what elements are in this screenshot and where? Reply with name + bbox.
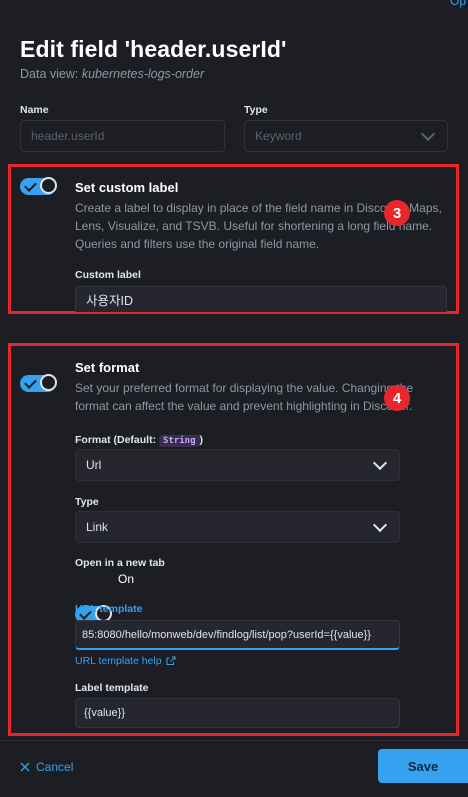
- name-label: Name: [20, 104, 49, 116]
- url-type-select-value: Link: [86, 520, 109, 534]
- url-template-label: URL template: [75, 603, 143, 615]
- chevron-down-icon: [372, 517, 388, 532]
- format-select-value: Url: [86, 458, 102, 472]
- page-subtitle: Data view: kubernetes-logs-order: [20, 67, 205, 81]
- format-select-label: Format (Default: String): [75, 434, 204, 447]
- format-title: Set format: [75, 360, 140, 375]
- url-template-help-link[interactable]: URL template help: [75, 655, 176, 667]
- close-icon: [20, 762, 30, 772]
- default-format-code: String: [159, 435, 200, 447]
- cancel-button[interactable]: Cancel: [20, 760, 73, 774]
- label-template-label: Label template: [75, 682, 149, 694]
- flyout-footer: Cancel Save: [0, 740, 468, 797]
- new-tab-state: On: [118, 572, 135, 586]
- external-link-icon: [166, 656, 176, 665]
- url-type-select[interactable]: Link: [75, 511, 400, 543]
- label-template-input[interactable]: {{value}}: [75, 698, 400, 728]
- custom-label-input[interactable]: 사용자ID: [75, 286, 447, 312]
- format-description: Set your preferred format for displaying…: [75, 381, 414, 413]
- format-toggle[interactable]: [20, 374, 57, 392]
- format-select[interactable]: Url: [75, 449, 400, 481]
- new-tab-label: Open in a new tab: [75, 557, 165, 569]
- page-title: Edit field 'header.userId': [20, 36, 287, 62]
- chevron-down-icon: [420, 126, 436, 141]
- type-select[interactable]: Keyword: [244, 120, 448, 152]
- top-link[interactable]: Op: [450, 0, 466, 8]
- annotation-badge-3: 3: [384, 200, 410, 226]
- toggle-knob: [40, 177, 57, 194]
- type-select-value: Keyword: [255, 129, 302, 143]
- custom-label-input-label: Custom label: [75, 269, 141, 281]
- toggle-knob: [40, 374, 57, 391]
- annotation-badge-4: 4: [384, 385, 410, 411]
- name-input[interactable]: header.userId: [20, 120, 225, 152]
- chevron-down-icon: [372, 455, 388, 470]
- url-type-label: Type: [75, 496, 99, 508]
- check-icon: [24, 376, 37, 389]
- save-button[interactable]: Save: [378, 749, 468, 783]
- check-icon: [24, 179, 37, 192]
- type-label: Type: [244, 104, 268, 116]
- custom-label-toggle[interactable]: [20, 177, 57, 195]
- url-template-input[interactable]: 85:8080/hello/monweb/dev/findlog/list/po…: [75, 620, 400, 650]
- custom-label-title: Set custom label: [75, 180, 179, 195]
